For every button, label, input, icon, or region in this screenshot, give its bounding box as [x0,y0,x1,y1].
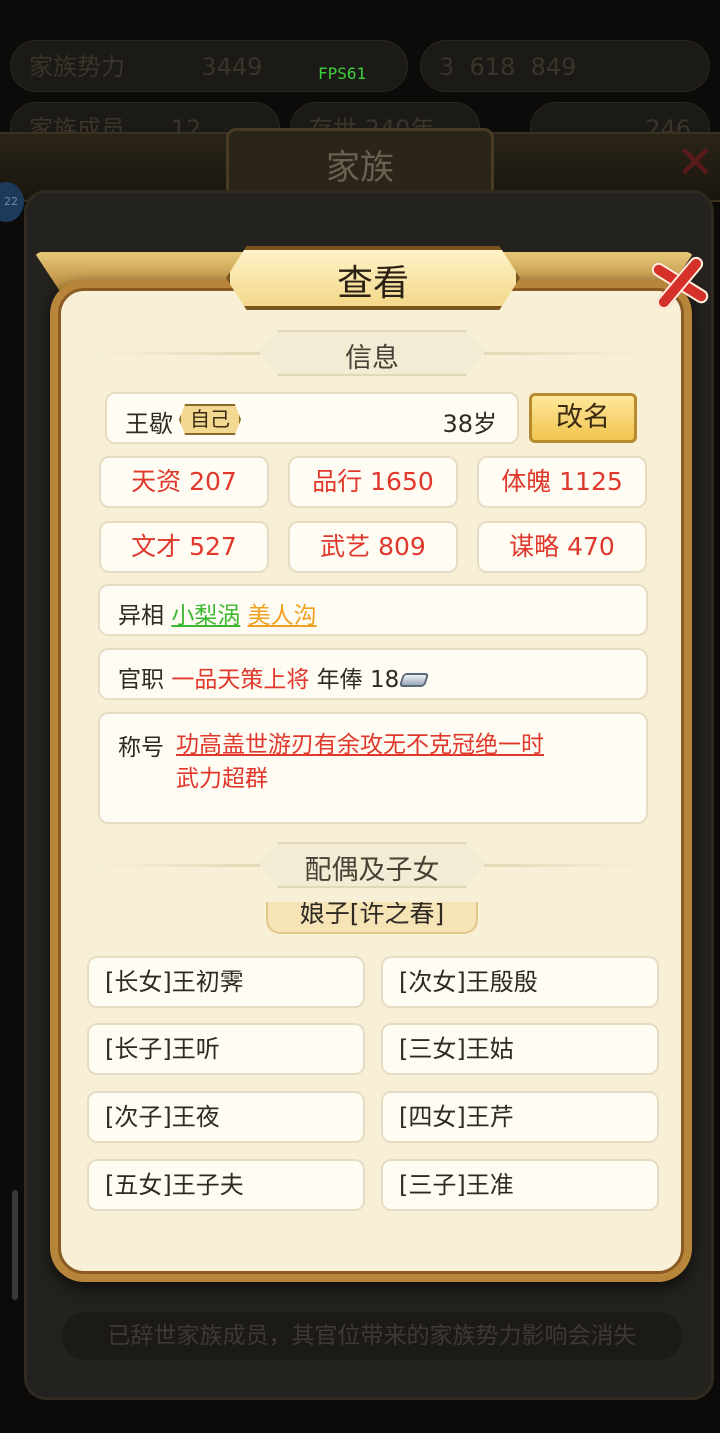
resource-stat: 3 618 849 [420,40,710,92]
family-divider-left [98,864,268,867]
spouse-name: 娘子[许之春] [299,902,445,928]
self-badge: 自己 [179,404,241,435]
office-row: 官职 一品天策上将 年俸 18 [98,648,648,700]
office-label: 官职 [118,667,164,693]
family-divider-right [476,864,646,867]
honor-label: 称号 [118,735,164,761]
salary-label: 年俸 [316,667,363,693]
trait-dimple[interactable]: 小梨涡 [171,603,240,629]
close-button[interactable] [642,246,718,316]
child-item[interactable]: [次女]王殷殷 [381,956,659,1008]
silver-ingot-icon [398,667,430,691]
office-rank: 一品天策上将 [171,667,310,693]
name-field: 王歇 自己 38岁 [105,392,519,444]
attribute-strategy: 谋略 470 [477,521,647,573]
honor-line-2: 武力超群 [176,766,268,792]
trait-chin-cleft[interactable]: 美人沟 [248,603,317,629]
family-section-header: 配偶及子女 [98,842,646,888]
attribute-literacy: 文才 527 [99,521,269,573]
back-page-title: 家族 [326,148,394,188]
header-divider-right [476,352,646,355]
child-item[interactable]: [四女]王芹 [381,1091,659,1143]
honor-titles[interactable]: 功高盖世游刃有余攻无不克冠绝一时 武力超群 [176,728,616,796]
honor-row: 称号 功高盖世游刃有余攻无不克冠绝一时 武力超群 [98,712,648,824]
child-item[interactable]: [五女]王子夫 [87,1159,365,1211]
attribute-martial: 武艺 809 [288,521,458,573]
attribute-talent: 天资 207 [99,456,269,508]
rename-button[interactable]: 改名 [529,393,637,443]
header-divider-left [98,352,268,355]
family-header-label: 配偶及子女 [304,855,440,886]
salary-value: 18 [369,667,400,693]
back-scrollbar [12,1190,18,1300]
bottom-notice: 已辞世家族成员，其官位带来的家族势力影响会消失 [62,1312,682,1360]
attribute-physique: 体魄 1125 [477,456,647,508]
child-item[interactable]: [长女]王初霁 [87,956,365,1008]
character-age: 38岁 [442,410,497,438]
back-close-icon: ✕ [676,135,715,189]
info-section-header: 信息 [98,330,646,376]
character-name: 王歇 [125,410,173,438]
child-item[interactable]: [三女]王姑 [381,1023,659,1075]
traits-row: 异相 小梨涡 美人沟 [98,584,648,636]
child-item[interactable]: [次子]王夜 [87,1091,365,1143]
fps-counter: FPS61 [318,64,367,83]
spouse-tag[interactable]: 娘子[许之春] [266,902,478,934]
traits-label: 异相 [118,603,164,629]
child-item[interactable]: [长子]王听 [87,1023,365,1075]
dialog-title: 查看 [336,263,409,304]
info-header-label: 信息 [345,343,399,374]
attribute-virtue: 品行 1650 [288,456,458,508]
child-item[interactable]: [三子]王准 [381,1159,659,1211]
honor-line-1: 功高盖世游刃有余攻无不克冠绝一时 [176,732,544,758]
